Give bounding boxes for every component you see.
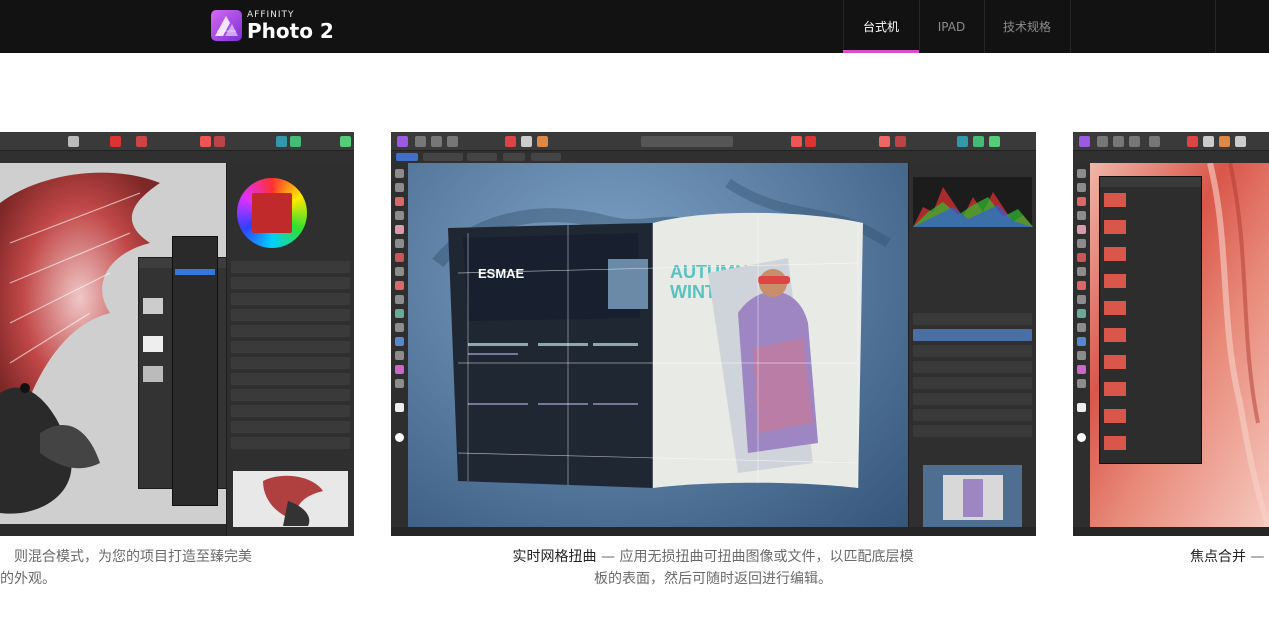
app-toolbar [391, 132, 1036, 151]
caption-focus-merge: 焦点合并 — [1190, 546, 1269, 568]
colour-wheel [237, 178, 307, 248]
right-panels [226, 163, 354, 536]
caption-highlight: 焦点合并 [1190, 549, 1246, 565]
status-bar [1073, 527, 1269, 536]
caption-line-1: 则混合模式，为您的项目打造至臻完美 [14, 549, 252, 565]
app-toolbar [0, 132, 354, 151]
screenshot-blend-modes [0, 132, 354, 536]
caption-line-2: 的外观。 [0, 571, 56, 587]
caption-highlight: 实时网格扭曲 [512, 549, 597, 565]
nav-divider [1215, 0, 1216, 53]
status-bar [391, 527, 1036, 536]
blend-mode-dropdown [172, 236, 218, 506]
context-toolbar [391, 151, 1036, 163]
tab-ipad[interactable]: IPAD [919, 0, 984, 53]
affinity-logo-icon [211, 10, 242, 41]
caption-text: — [1246, 549, 1265, 565]
navigator-preview [233, 471, 348, 527]
navigator-preview [923, 465, 1022, 529]
svg-text:ESMAE: ESMAE [478, 266, 525, 281]
histogram [913, 177, 1033, 227]
right-panels [908, 163, 1036, 536]
caption-line-1: 实时网格扭曲 — 应用无损扭曲可扭曲图像或文件，以匹配底层模 [463, 546, 963, 568]
tools-panel [391, 163, 408, 536]
screenshot-focus-merge [1073, 132, 1269, 536]
caption-mesh-warp: 实时网格扭曲 — 应用无损扭曲可扭曲图像或文件，以匹配底层模 板的表面，然后可随… [463, 546, 963, 590]
caption-text: — 应用无损扭曲可扭曲图像或文件，以匹配底层模 [596, 549, 914, 565]
nav-divider [1070, 0, 1071, 53]
caption-blend-modes: 则混合模式，为您的项目打造至臻完美 的外观。 [0, 546, 252, 590]
app-toolbar [1073, 132, 1269, 151]
logo-product-name: Photo 2 [247, 19, 334, 43]
logo-text: AFFINITY Photo 2 [247, 10, 334, 43]
top-nav-bar: AFFINITY Photo 2 台式机 IPAD 技术规格 [0, 0, 1269, 53]
sources-panel [1099, 176, 1202, 464]
tab-desktop[interactable]: 台式机 [843, 0, 919, 53]
caption-line-2: 板的表面，然后可随时返回进行编辑。 [594, 571, 832, 587]
caption-line-1: 焦点合并 — [1190, 546, 1269, 568]
tools-panel [1073, 163, 1090, 536]
screenshot-mesh-warp: ESMAE AUTUMN WINTER [391, 132, 1036, 536]
tab-tech-specs[interactable]: 技术规格 [984, 0, 1070, 53]
canvas-magazine: ESMAE AUTUMN WINTER [408, 163, 908, 527]
affinity-photo-logo[interactable]: AFFINITY Photo 2 [211, 10, 334, 41]
